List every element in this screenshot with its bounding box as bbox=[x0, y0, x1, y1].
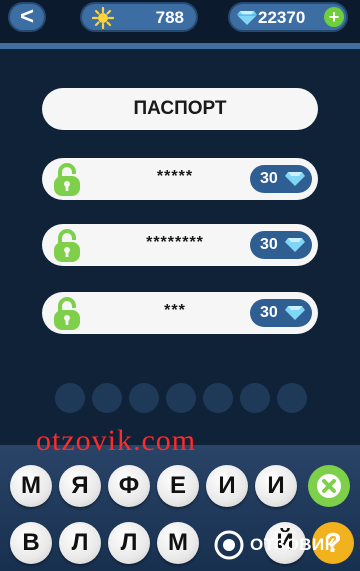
plus-icon: + bbox=[328, 7, 340, 27]
hint-cost-button[interactable]: 30 bbox=[250, 299, 312, 327]
hint-mask: *** bbox=[164, 302, 186, 319]
gems-counter: 22370 + bbox=[228, 2, 348, 32]
letter-key[interactable]: Я bbox=[59, 465, 101, 507]
delete-button[interactable] bbox=[308, 465, 350, 507]
letter-key[interactable]: В bbox=[10, 522, 52, 564]
word-title: ПАСПОРТ bbox=[42, 88, 318, 130]
letter-key[interactable]: Л bbox=[59, 522, 101, 564]
hint-cost: 30 bbox=[260, 170, 278, 187]
logo-circle-icon bbox=[214, 530, 244, 560]
back-arrow-icon: < bbox=[19, 3, 34, 30]
points-counter: 788 bbox=[80, 2, 198, 32]
gems-value: 22370 bbox=[258, 8, 306, 27]
hint-mask: ******** bbox=[146, 234, 204, 251]
points-value: 788 bbox=[155, 8, 184, 27]
delete-icon bbox=[317, 474, 341, 498]
answer-slot[interactable] bbox=[55, 383, 85, 413]
hint-row[interactable]: *** 30 bbox=[42, 292, 318, 334]
letter-key[interactable]: Е bbox=[157, 465, 199, 507]
gem-icon bbox=[285, 306, 305, 320]
letter-key[interactable]: М bbox=[157, 522, 199, 564]
hint-cost-button[interactable]: 30 bbox=[250, 231, 312, 259]
answer-slot[interactable] bbox=[203, 383, 233, 413]
hint-cost: 30 bbox=[260, 236, 278, 253]
letter-key[interactable]: И bbox=[206, 465, 248, 507]
lock-icon bbox=[54, 229, 80, 262]
letter-key[interactable]: Ф bbox=[108, 465, 150, 507]
gem-icon bbox=[285, 238, 305, 252]
gem-icon bbox=[285, 172, 305, 186]
answer-slot[interactable] bbox=[129, 383, 159, 413]
answer-slot[interactable] bbox=[92, 383, 122, 413]
lock-icon bbox=[54, 163, 80, 196]
letter-key[interactable]: Л bbox=[108, 522, 150, 564]
letter-key[interactable]: М bbox=[10, 465, 52, 507]
top-bar: < 788 22370 + bbox=[0, 0, 360, 44]
lock-icon bbox=[54, 297, 80, 330]
hint-row[interactable]: ******** 30 bbox=[42, 224, 318, 266]
gem-icon bbox=[237, 11, 257, 25]
otzovik-logo: ОТЗОВИК bbox=[214, 530, 356, 560]
hint-row[interactable]: ***** 30 bbox=[42, 158, 318, 200]
letter-key[interactable]: И bbox=[255, 465, 297, 507]
add-gems-button[interactable]: + bbox=[324, 7, 344, 27]
answer-slot[interactable] bbox=[277, 383, 307, 413]
hint-cost-button[interactable]: 30 bbox=[250, 165, 312, 193]
header-divider bbox=[0, 43, 360, 49]
hint-mask: ***** bbox=[156, 168, 194, 185]
sun-icon bbox=[91, 6, 115, 30]
watermark-text: otzovik.com bbox=[36, 424, 197, 457]
hint-cost: 30 bbox=[260, 304, 278, 321]
back-button[interactable]: < bbox=[8, 2, 46, 32]
answer-slot[interactable] bbox=[240, 383, 270, 413]
logo-text: ОТЗОВИК bbox=[250, 535, 336, 554]
answer-slot[interactable] bbox=[166, 383, 196, 413]
